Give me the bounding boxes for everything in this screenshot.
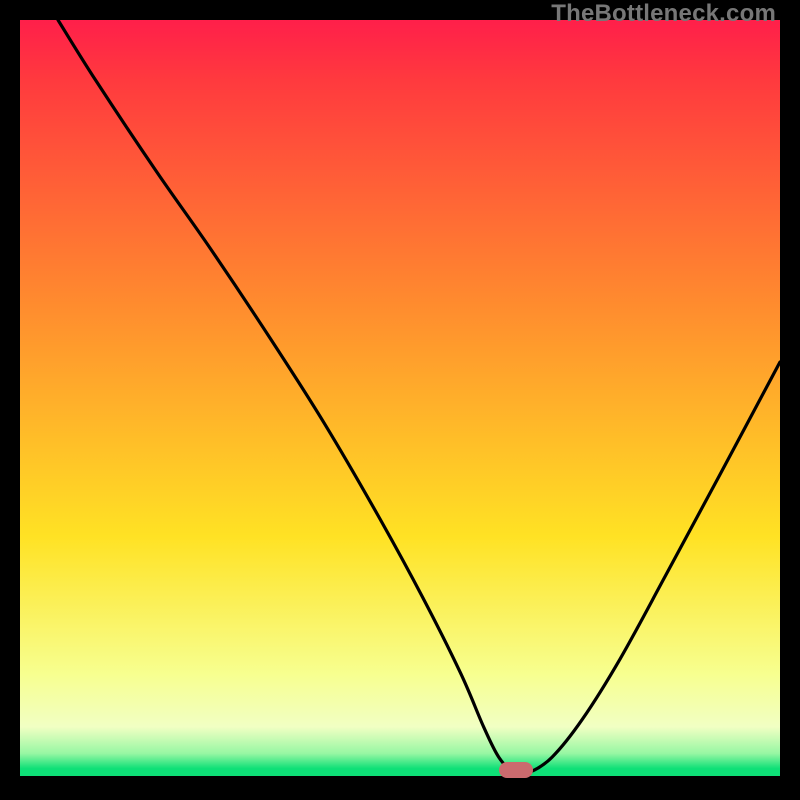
gradient-background bbox=[20, 20, 780, 780]
optimum-marker bbox=[499, 762, 533, 778]
watermark-text: TheBottleneck.com bbox=[551, 0, 776, 28]
bottleneck-plot bbox=[20, 20, 780, 780]
chart-frame bbox=[20, 20, 780, 780]
